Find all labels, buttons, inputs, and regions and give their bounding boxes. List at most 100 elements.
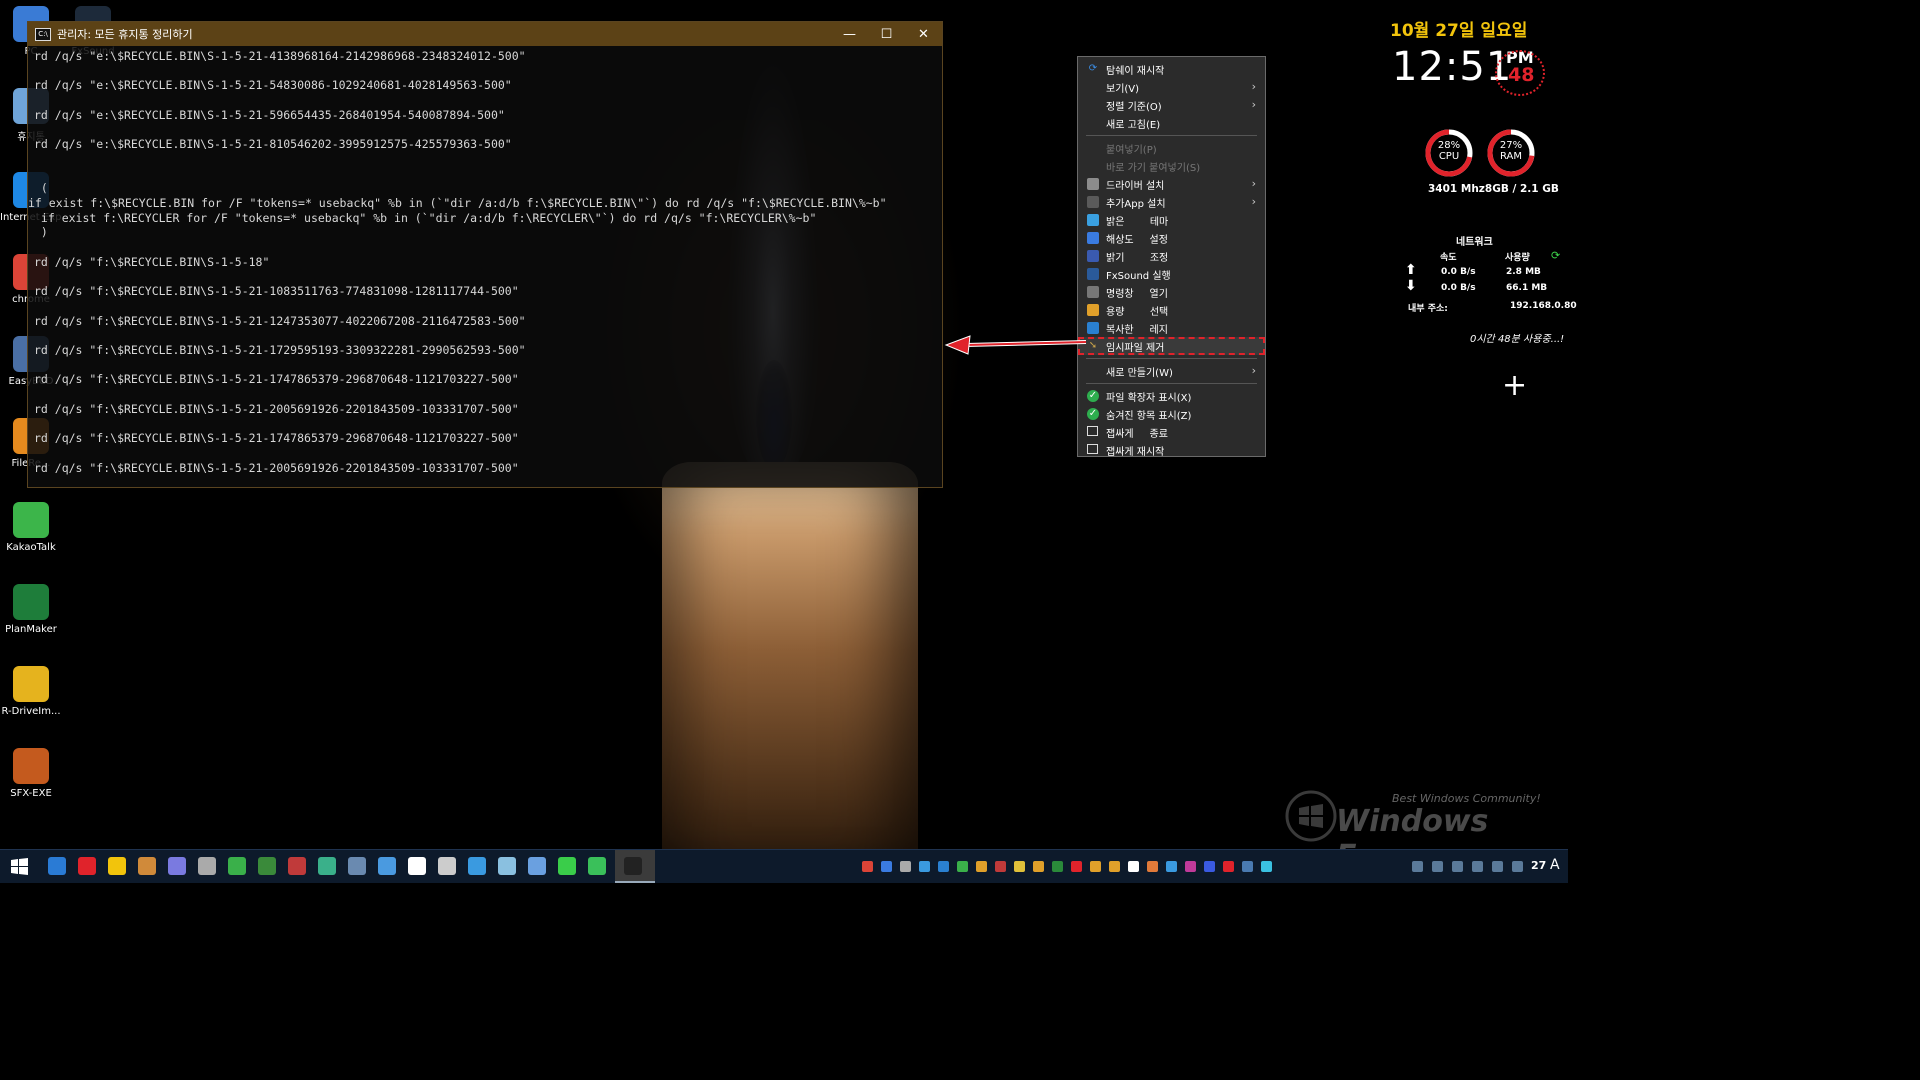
cmd-line	[34, 446, 942, 461]
taskbar-anydesk-icon[interactable]	[78, 857, 96, 875]
cmd-window[interactable]: C:\ 관리자: 모든 휴지통 정리하기 — ☐ ✕ rd /q/s "e:\$…	[27, 21, 943, 488]
tray-app-icon[interactable]	[1185, 861, 1196, 872]
menu-item[interactable]: 새로 만들기(W) ›	[1078, 362, 1265, 380]
tray-speaker-icon[interactable]	[1472, 861, 1483, 872]
menu-item-label: 복사한 레지	[1106, 324, 1168, 336]
taskbar-copy-icon[interactable]	[528, 857, 546, 875]
tray-app-icon[interactable]	[862, 861, 873, 872]
taskbar-monitor-icon[interactable]	[348, 857, 366, 875]
tray-app-icon[interactable]	[1090, 861, 1101, 872]
minimize-button[interactable]: —	[831, 22, 868, 46]
menu-item[interactable]: 드라이버 설치 ›	[1078, 175, 1265, 193]
desktop-icon[interactable]: KakaoTalk	[0, 502, 62, 553]
tray-display-icon[interactable]	[1492, 861, 1503, 872]
menu-item[interactable]: 추가App 설치 ›	[1078, 193, 1265, 211]
tray-app-icon[interactable]	[1242, 861, 1253, 872]
taskbar-browser-icon[interactable]	[168, 857, 186, 875]
download-speed: 0.0 B/s	[1441, 283, 1476, 293]
tray-app-icon[interactable]	[1261, 861, 1272, 872]
tray-app-icon[interactable]	[919, 861, 930, 872]
desktop-icon[interactable]: PlanMaker	[0, 584, 62, 635]
menu-item[interactable]: ⟳ 탐쉐이 재시작	[1078, 60, 1265, 78]
tray-app-icon[interactable]	[938, 861, 949, 872]
taskbar-archive-icon[interactable]	[138, 857, 156, 875]
tray-app-icon[interactable]	[881, 861, 892, 872]
tray-pen-icon[interactable]	[1512, 861, 1523, 872]
menu-item[interactable]: ➘ 임시파일 제거	[1078, 337, 1265, 355]
quick-exit-icon	[1087, 426, 1098, 436]
menu-item[interactable]: 복사한 레지	[1078, 319, 1265, 337]
taskbar-display-icon[interactable]	[48, 857, 66, 875]
add-widget-icon[interactable]: +	[1502, 368, 1527, 403]
desktop-icon[interactable]: R-DriveIm...	[0, 666, 62, 717]
taskbar-tool-icon[interactable]	[198, 857, 216, 875]
taskbar-cmd-icon[interactable]	[624, 857, 642, 875]
taskbar-app3-icon[interactable]	[318, 857, 336, 875]
tray-app-icon[interactable]	[976, 861, 987, 872]
maximize-button[interactable]: ☐	[868, 22, 905, 46]
tray-app-icon[interactable]	[1147, 861, 1158, 872]
tray-app-icon[interactable]	[1033, 861, 1044, 872]
tray-app-icon[interactable]	[1052, 861, 1063, 872]
tray-app-icon[interactable]	[1071, 861, 1082, 872]
taskbar-shield-icon[interactable]	[408, 857, 426, 875]
tray-app-icon[interactable]	[1166, 861, 1177, 872]
tray-network-icon[interactable]	[1412, 861, 1423, 872]
taskbar-potplayer-icon[interactable]	[108, 857, 126, 875]
menu-separator	[1086, 135, 1257, 136]
desktop-icon[interactable]: SFX-EXE	[0, 748, 62, 799]
taskbar-app2-icon[interactable]	[288, 857, 306, 875]
menu-item[interactable]: 밝은 테마	[1078, 211, 1265, 229]
menu-item[interactable]: 용량 선택	[1078, 301, 1265, 319]
tray-app-icon[interactable]	[957, 861, 968, 872]
ip-label: 내부 주소:	[1408, 304, 1448, 314]
cmd-line	[34, 167, 942, 182]
taskbar-app-icon[interactable]	[258, 857, 276, 875]
menu-item[interactable]: 정렬 기준(O) ›	[1078, 96, 1265, 114]
menu-item[interactable]: 해상도 설정	[1078, 229, 1265, 247]
menu-item[interactable]: 명령창 열기	[1078, 283, 1265, 301]
cmd-output[interactable]: rd /q/s "e:\$RECYCLE.BIN\S-1-5-21-413896…	[28, 46, 942, 475]
taskbar-sync-icon[interactable]	[558, 857, 576, 875]
taskbar-file-icon[interactable]	[498, 857, 516, 875]
menu-item[interactable]: 새로 고침(E)	[1078, 114, 1265, 132]
planmaker-icon	[13, 584, 49, 620]
cmd-line	[34, 358, 942, 373]
menu-item[interactable]: 밝기 조정	[1078, 247, 1265, 265]
menu-item[interactable]: ✓ 파일 확장자 표시(X)	[1078, 387, 1265, 405]
start-icon[interactable]	[11, 858, 28, 875]
taskbar-game-icon[interactable]	[228, 857, 246, 875]
tray-app-icon[interactable]	[1223, 861, 1234, 872]
input-language[interactable]: A	[1550, 857, 1560, 873]
taskbar-laptop-icon[interactable]	[378, 857, 396, 875]
taskbar-tools-icon[interactable]	[438, 857, 456, 875]
cmd-titlebar[interactable]: C:\ 관리자: 모든 휴지통 정리하기 — ☐ ✕	[28, 22, 942, 46]
tray-drop-icon[interactable]	[1432, 861, 1443, 872]
cmd-line: rd /q/s "f:\$RECYCLE.BIN\S-1-5-21-174786…	[34, 431, 519, 446]
close-button[interactable]: ✕	[905, 22, 942, 46]
tray-app-icon[interactable]	[1109, 861, 1120, 872]
driver-icon	[1087, 178, 1099, 190]
menu-item-label: 탐쉐이 재시작	[1106, 65, 1165, 77]
cmd-line	[34, 299, 942, 314]
menu-item[interactable]: 잽싸게 종료	[1078, 423, 1265, 441]
menu-item-label: 해상도 설정	[1106, 234, 1168, 246]
menu-item[interactable]: ✓ 숨겨진 항목 표시(Z)	[1078, 405, 1265, 423]
menu-item[interactable]: FxSound 실행	[1078, 265, 1265, 283]
desktop-context-menu[interactable]: ⟳ 탐쉐이 재시작 보기(V) › 정렬 기준(O) › 새로 고침(E) 붙여넣기(P) 바로…	[1077, 56, 1266, 459]
tray-app-icon[interactable]	[900, 861, 911, 872]
tray-chart-icon[interactable]	[1452, 861, 1463, 872]
tray-app-icon[interactable]	[1204, 861, 1215, 872]
refresh-icon: ⟳	[1088, 63, 1098, 74]
upload-speed: 0.0 B/s	[1441, 267, 1476, 277]
tray-app-icon[interactable]	[995, 861, 1006, 872]
menu-item[interactable]: 보기(V) ›	[1078, 78, 1265, 96]
menu-item[interactable]: 잽싸게 재시작	[1078, 441, 1265, 459]
network-refresh-icon[interactable]: ⟳	[1551, 249, 1560, 262]
cmd-line: rd /q/s "e:\$RECYCLE.BIN\S-1-5-21-810546…	[34, 137, 512, 152]
tray-number[interactable]: 27	[1531, 859, 1546, 872]
taskbar-windows-icon[interactable]	[468, 857, 486, 875]
taskbar-h-icon[interactable]	[588, 857, 606, 875]
tray-app-icon[interactable]	[1014, 861, 1025, 872]
tray-app-icon[interactable]	[1128, 861, 1139, 872]
